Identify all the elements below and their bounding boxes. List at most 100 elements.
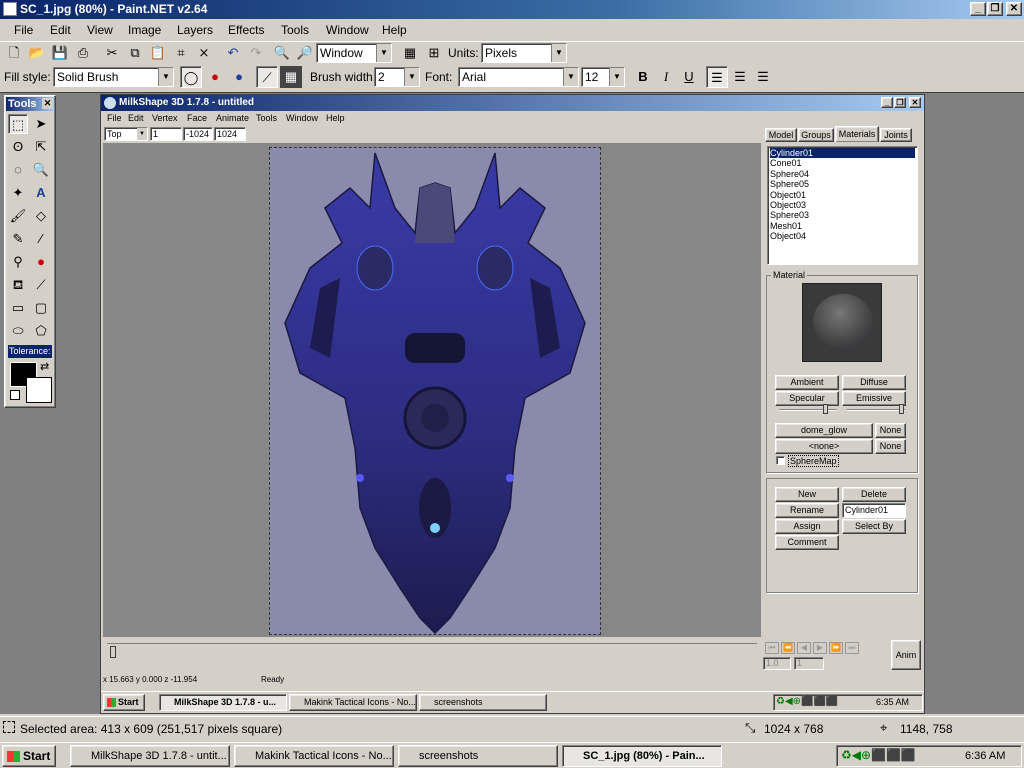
zoom-out-icon[interactable]: 🔎 (294, 42, 316, 64)
rename-material-button[interactable]: Rename (775, 503, 839, 518)
ellipse-select-icon[interactable]: ◌ (8, 160, 28, 180)
anim-play-icon[interactable]: ▶ (813, 642, 827, 654)
menu-tools[interactable]: Tools (281, 20, 309, 40)
rectangle-select-icon[interactable]: ⬚ (8, 114, 28, 134)
antialias-on-icon[interactable]: ⟋ (256, 66, 278, 88)
menu-help[interactable]: Help (382, 20, 407, 40)
texture2-none-button[interactable]: None (875, 439, 906, 454)
crop-icon[interactable]: ⌗ (170, 42, 192, 64)
list-item[interactable]: Sphere03 (770, 210, 915, 220)
ms-menu-animate[interactable]: Animate (216, 113, 249, 123)
line-icon[interactable]: ⟋ (31, 275, 51, 295)
ms-materials-list[interactable]: Cylinder01 Cone01 Sphere04 Sphere05 Obje… (767, 146, 918, 265)
spheremap-checkbox[interactable] (776, 456, 785, 465)
italic-button[interactable]: I (655, 66, 677, 88)
reset-colors-icon[interactable] (10, 390, 20, 400)
zoom-icon[interactable]: 🔍 (31, 160, 51, 180)
shape-fill-icon[interactable]: ● (204, 66, 226, 88)
specular-button[interactable]: Specular (775, 391, 839, 406)
slider-thumb[interactable] (823, 404, 828, 414)
ms-view-combo[interactable]: Top ▼ (104, 127, 148, 141)
grid-icon[interactable]: ▦ (399, 42, 421, 64)
texture2-button[interactable]: <none> (775, 439, 873, 454)
fill-style-combo[interactable]: Solid Brush ▼ (53, 67, 174, 87)
shape-outline-icon[interactable]: ◯ (180, 66, 202, 88)
menu-effects[interactable]: Effects (228, 20, 264, 40)
open-icon[interactable]: 📂 (26, 42, 48, 64)
move-selection-icon[interactable]: ➤ (31, 114, 51, 134)
paintbrush-icon[interactable]: 🖌 (8, 206, 28, 226)
anim-button[interactable]: Anim (891, 640, 921, 670)
menu-image[interactable]: Image (128, 20, 161, 40)
list-item[interactable]: Object03 (770, 200, 915, 210)
align-left-icon[interactable]: ☰ (706, 66, 728, 88)
select-by-material-button[interactable]: Select By (842, 519, 906, 534)
anim-last-icon[interactable]: ⏭ (845, 642, 859, 654)
antialias-off-icon[interactable]: ▦ (280, 66, 302, 88)
menu-file[interactable]: File (14, 20, 33, 40)
menu-window[interactable]: Window (326, 20, 369, 40)
emissive-button[interactable]: Emissive (842, 391, 906, 406)
list-item[interactable]: Object04 (770, 231, 915, 241)
bold-button[interactable]: B (632, 66, 654, 88)
ms-menu-file[interactable]: File (107, 113, 122, 123)
underline-button[interactable]: U (678, 66, 700, 88)
close-button[interactable]: ✕ (1006, 2, 1022, 16)
ms-maximize-button[interactable]: ❐ (894, 97, 906, 108)
ms-task-notepad[interactable]: Makink Tactical Icons - No... (289, 694, 417, 711)
units-combo[interactable]: Pixels ▼ (481, 43, 567, 63)
print-icon[interactable]: ⎙ (72, 42, 94, 64)
transparency-slider[interactable] (847, 409, 905, 411)
list-item[interactable]: Cylinder01 (770, 148, 915, 159)
swap-colors-icon[interactable]: ⇄ (40, 360, 49, 373)
ms-close-button[interactable]: ✕ (909, 97, 921, 108)
ms-menu-vertex[interactable]: Vertex (152, 113, 178, 123)
ms-tab-model[interactable]: Model (765, 128, 797, 142)
shininess-slider[interactable] (779, 409, 837, 411)
slider-thumb[interactable] (899, 404, 904, 414)
anim-total-field[interactable]: 1 (794, 657, 824, 670)
ms-menu-window[interactable]: Window (286, 113, 318, 123)
copy-icon[interactable]: ⧉ (124, 42, 146, 64)
anim-frame-field[interactable]: 1.0 (763, 657, 791, 670)
ms-viewport[interactable] (103, 143, 761, 637)
brush-width-combo[interactable]: 2 ▼ (374, 67, 420, 87)
ms-field-3[interactable]: 1024 (214, 127, 246, 141)
pencil-icon[interactable]: ✎ (8, 229, 28, 249)
delete-material-button[interactable]: Delete (842, 487, 906, 502)
window-combo[interactable]: Window ▼ (316, 43, 392, 63)
close-icon[interactable]: ✕ (42, 98, 53, 109)
ruler-icon[interactable]: ⊞ (423, 42, 445, 64)
ms-minimize-button[interactable]: _ (881, 97, 893, 108)
undo-icon[interactable]: ↶ (222, 42, 244, 64)
ms-tab-groups[interactable]: Groups (798, 128, 834, 142)
texture-canvas[interactable] (269, 147, 601, 635)
timeline-thumb[interactable] (110, 646, 116, 658)
color-picker-icon[interactable]: ⁄ (31, 229, 51, 249)
diffuse-button[interactable]: Diffuse (842, 375, 906, 390)
ms-timeline[interactable] (107, 643, 757, 663)
minimize-button[interactable]: _ (970, 2, 986, 16)
list-item[interactable]: Object01 (770, 190, 915, 200)
paint-bucket-icon[interactable]: ⛾ (8, 275, 28, 295)
task-milkshape[interactable]: MilkShape 3D 1.7.8 - untit... (70, 745, 230, 767)
list-item[interactable]: Sphere04 (770, 169, 915, 179)
list-item[interactable]: Sphere05 (770, 179, 915, 189)
new-icon[interactable]: 🗋 (3, 42, 25, 64)
rename-field[interactable]: Cylinder01 (842, 503, 906, 518)
clone-stamp-icon[interactable]: ⚲ (8, 252, 28, 272)
ms-field-2[interactable]: -1024 (183, 127, 213, 141)
ms-menu-tools[interactable]: Tools (256, 113, 277, 123)
task-screenshots[interactable]: screenshots (398, 745, 558, 767)
ms-menu-edit[interactable]: Edit (128, 113, 144, 123)
move-selected-icon[interactable]: ⇱ (31, 137, 51, 157)
magic-wand-icon[interactable]: ✦ (8, 183, 28, 203)
ms-tab-joints[interactable]: Joints (880, 128, 912, 142)
ellipse-icon[interactable]: ⬭ (8, 321, 28, 341)
assign-material-button[interactable]: Assign (775, 519, 839, 534)
texture1-none-button[interactable]: None (875, 423, 906, 438)
text-icon[interactable]: A (31, 183, 51, 203)
font-combo[interactable]: Arial ▼ (458, 67, 579, 87)
cut-icon[interactable]: ✂ (101, 42, 123, 64)
list-item[interactable]: Mesh01 (770, 221, 915, 231)
